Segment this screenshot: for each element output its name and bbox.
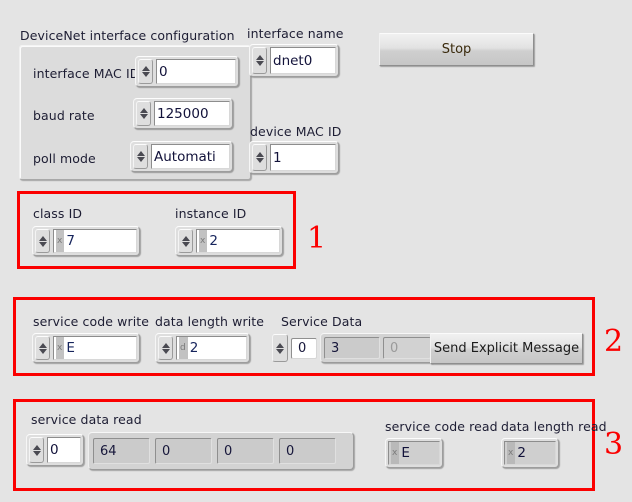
increment-arrow-icon[interactable]: [32, 444, 41, 450]
service-data-cell[interactable]: 3: [324, 337, 380, 359]
decrement-arrow-icon[interactable]: [161, 348, 170, 354]
decrement-arrow-icon[interactable]: [255, 61, 264, 66]
baud-rate-spinner[interactable]: [136, 101, 151, 126]
decrement-arrow-icon[interactable]: [181, 241, 190, 247]
increment-arrow-icon[interactable]: [255, 152, 264, 157]
service-data-cells[interactable]: 3 0: [320, 333, 435, 363]
baud-rate-input[interactable]: 125000: [133, 98, 233, 129]
poll-mode-label: poll mode: [33, 151, 96, 166]
service-data-read-cell[interactable]: 0: [217, 438, 274, 464]
service-data-read-index-spinner[interactable]: [29, 437, 44, 463]
data-length-read-label: data length read: [501, 419, 607, 434]
service-data-cell[interactable]: 0: [383, 337, 431, 359]
data-length-write-label: data length write: [155, 314, 265, 329]
service-data-read-label: service data read: [31, 412, 142, 427]
service-code-read-label: service code read: [385, 419, 498, 434]
service-data-read-cell[interactable]: 0: [155, 438, 212, 464]
data-length-write-input[interactable]: d 2: [155, 333, 250, 363]
service-code-write-spinner[interactable]: [35, 336, 50, 360]
decrement-arrow-icon[interactable]: [141, 72, 150, 77]
data-length-write-radix: d: [179, 337, 188, 359]
service-data-read-cell[interactable]: 0: [279, 438, 336, 464]
interface-mac-id-label: interface MAC ID: [33, 66, 140, 81]
interface-mac-id-spinner[interactable]: [138, 59, 153, 84]
stop-button[interactable]: Stop: [379, 33, 534, 66]
increment-arrow-icon[interactable]: [38, 235, 47, 241]
decrement-arrow-icon[interactable]: [38, 348, 47, 354]
increment-arrow-icon[interactable]: [38, 342, 47, 348]
service-code-write-label: service code write: [33, 314, 150, 329]
service-code-read-radix: x: [391, 442, 400, 464]
class-id-field[interactable]: x 7: [53, 229, 137, 253]
decrement-arrow-icon[interactable]: [38, 241, 47, 247]
poll-mode-input[interactable]: Automati: [130, 141, 233, 172]
decrement-arrow-icon[interactable]: [276, 348, 284, 354]
service-code-write-input[interactable]: x E: [32, 333, 140, 363]
instance-id-input[interactable]: x 2: [175, 226, 283, 256]
increment-arrow-icon[interactable]: [141, 66, 150, 71]
device-mac-id-label: device MAC ID: [250, 124, 342, 139]
increment-arrow-icon[interactable]: [255, 55, 264, 60]
interface-name-input[interactable]: dnet0: [249, 44, 339, 77]
class-id-input[interactable]: x 7: [32, 226, 140, 256]
increment-arrow-icon[interactable]: [276, 342, 284, 348]
service-data-index-field[interactable]: 0: [291, 337, 317, 359]
data-length-write-field[interactable]: d 2: [176, 336, 247, 360]
interface-name-field[interactable]: dnet0: [270, 47, 336, 74]
data-length-read-field: x 2: [504, 441, 556, 465]
service-code-write-field[interactable]: x E: [53, 336, 137, 360]
increment-arrow-icon[interactable]: [139, 108, 148, 113]
interface-name-label: interface name: [247, 26, 344, 41]
service-code-read-field: x E: [388, 441, 440, 465]
interface-name-spinner[interactable]: [252, 47, 267, 74]
annotation-number-2: 2: [604, 324, 624, 359]
instance-id-spinner[interactable]: [178, 229, 193, 253]
deviceNet-config-cluster: interface MAC ID 0 baud rate 125000 poll…: [19, 45, 251, 180]
service-data-index-spinner[interactable]: [272, 334, 288, 362]
service-data-array[interactable]: 0 3 0: [272, 333, 435, 363]
service-data-read-index[interactable]: 0: [26, 434, 84, 466]
instance-id-radix: x: [199, 230, 208, 252]
baud-rate-label: baud rate: [33, 108, 95, 123]
interface-mac-id-input[interactable]: 0: [135, 56, 239, 87]
config-cluster-title: DeviceNet interface configuration: [20, 28, 235, 43]
device-mac-id-field[interactable]: 1: [270, 144, 336, 171]
device-mac-id-spinner[interactable]: [252, 144, 267, 171]
annotation-number-1: 1: [307, 221, 327, 256]
decrement-arrow-icon[interactable]: [255, 158, 264, 163]
class-id-spinner[interactable]: [35, 229, 50, 253]
increment-arrow-icon[interactable]: [136, 151, 145, 156]
instance-id-field[interactable]: x 2: [196, 229, 280, 253]
service-data-read-cell[interactable]: 64: [93, 438, 150, 464]
data-length-read-radix: x: [507, 442, 516, 464]
annotation-number-3: 3: [604, 427, 624, 462]
service-data-read-index-field[interactable]: 0: [47, 437, 81, 463]
data-length-read-indicator: x 2: [501, 438, 559, 468]
class-id-radix: x: [56, 230, 65, 252]
increment-arrow-icon[interactable]: [181, 235, 190, 241]
decrement-arrow-icon[interactable]: [139, 114, 148, 119]
service-code-read-indicator: x E: [385, 438, 443, 468]
service-data-read-cells[interactable]: 64 0 0 0: [88, 432, 354, 470]
increment-arrow-icon[interactable]: [161, 342, 170, 348]
decrement-arrow-icon[interactable]: [32, 450, 41, 456]
poll-mode-spinner[interactable]: [133, 144, 148, 169]
decrement-arrow-icon[interactable]: [136, 157, 145, 162]
class-id-label: class ID: [33, 206, 83, 221]
poll-mode-field[interactable]: Automati: [151, 144, 230, 169]
instance-id-label: instance ID: [175, 206, 247, 221]
interface-mac-id-field[interactable]: 0: [156, 59, 236, 84]
baud-rate-field[interactable]: 125000: [154, 101, 230, 126]
device-mac-id-input[interactable]: 1: [249, 141, 339, 174]
service-data-label: Service Data: [281, 314, 363, 329]
send-explicit-message-button[interactable]: Send Explicit Message: [430, 333, 583, 364]
data-length-write-spinner[interactable]: [158, 336, 173, 360]
service-code-write-radix: x: [56, 337, 65, 359]
